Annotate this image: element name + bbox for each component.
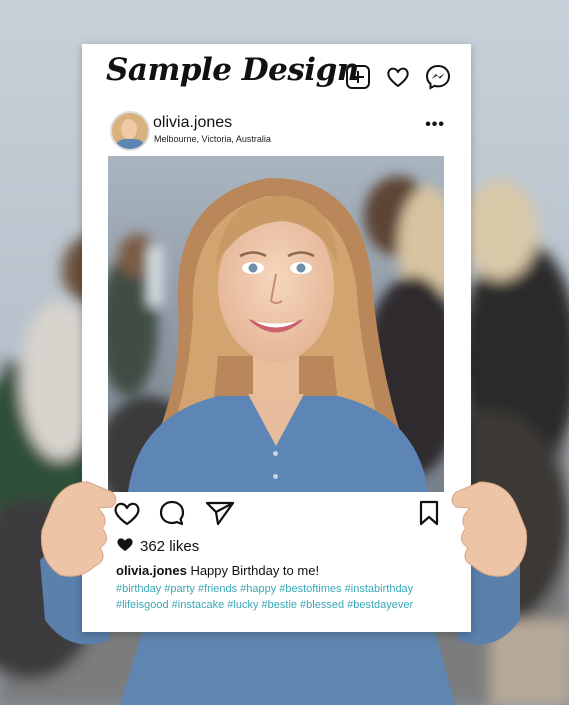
post-photo [108,156,444,492]
avatar[interactable] [110,111,150,151]
instagram-frame-prop: Sample Design olivia.jones Melbourne, Vi… [82,44,471,632]
post-username[interactable]: olivia.jones [153,114,232,132]
likes-label: 362 likes [140,537,200,555]
likes-heart-icon [116,536,134,556]
post-location: Melbourne, Victoria, Australia [154,134,271,144]
heart-icon[interactable] [385,64,411,90]
post-photo-image [108,156,444,492]
caption-username[interactable]: olivia.jones [116,563,187,578]
likes-count[interactable]: 362 likes [116,536,199,556]
messenger-icon[interactable] [425,64,451,90]
share-icon[interactable] [205,500,235,531]
more-options-icon[interactable]: ••• [425,116,445,134]
like-icon[interactable] [112,499,142,532]
photo-scene: Sample Design olivia.jones Melbourne, Vi… [0,0,569,705]
brand-title: Sample Design [106,52,359,88]
bookmark-icon[interactable] [418,499,440,532]
hashtags-line-1[interactable]: #birthday #party #friends #happy #bestof… [116,581,446,597]
comment-icon[interactable] [158,499,186,532]
top-icon-bar [345,64,451,90]
post-actions [112,499,442,527]
hashtags-line-2[interactable]: #lifeisgood #instacake #lucky #bestie #b… [116,597,446,613]
caption-text: Happy Birthday to me! [190,563,320,578]
hashtags: #birthday #party #friends #happy #bestof… [116,581,446,613]
caption: olivia.jones Happy Birthday to me! [116,563,319,578]
add-post-icon[interactable] [345,64,371,90]
